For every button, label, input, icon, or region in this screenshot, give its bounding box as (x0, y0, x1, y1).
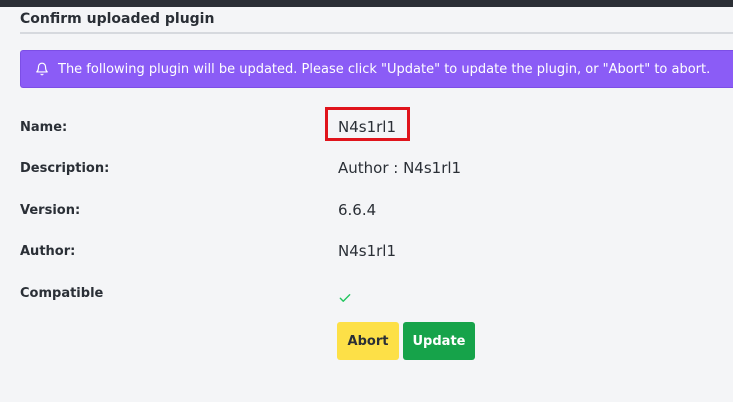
checkmark-icon (338, 290, 352, 304)
bell-icon (35, 62, 49, 76)
compatible-label: Compatible (20, 286, 104, 301)
confirm-plugin-panel: Confirm uploaded plugin The following pl… (0, 7, 733, 402)
abort-button[interactable]: Abort (337, 322, 399, 360)
author-value: N4s1rl1 (338, 242, 397, 260)
version-value: 6.6.4 (338, 201, 377, 219)
section-title: Confirm uploaded plugin (20, 11, 215, 27)
update-alert: The following plugin will be updated. Pl… (20, 50, 733, 88)
author-label: Author: (20, 244, 76, 259)
description-value: Author : N4s1rl1 (338, 159, 462, 177)
top-bar (0, 0, 733, 7)
update-button[interactable]: Update (403, 322, 475, 360)
name-label: Name: (20, 120, 68, 135)
alert-message: The following plugin will be updated. Pl… (58, 61, 711, 77)
title-divider (20, 32, 733, 34)
version-label: Version: (20, 203, 81, 218)
description-label: Description: (20, 161, 110, 176)
name-highlight-box (325, 107, 410, 141)
